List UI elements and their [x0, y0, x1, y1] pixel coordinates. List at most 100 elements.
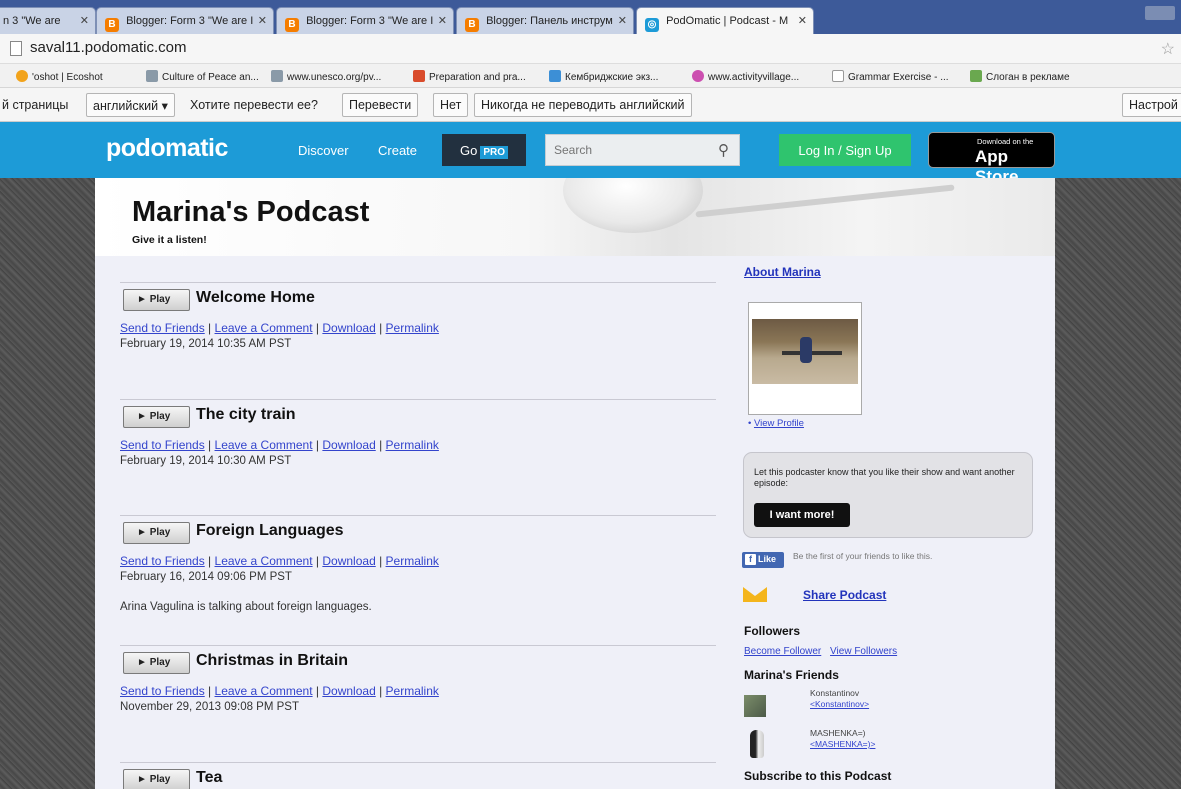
activity-village-icon [692, 70, 704, 82]
bookmark-item[interactable]: Preparation and pra... [413, 70, 526, 83]
close-tab-icon[interactable]: ✕ [618, 14, 627, 27]
permalink-link[interactable]: Permalink [386, 684, 439, 698]
nav-create[interactable]: Create [378, 143, 417, 158]
download-link[interactable]: Download [322, 438, 375, 452]
no-button[interactable]: Нет [433, 93, 469, 117]
play-button[interactable]: ► Play [123, 289, 190, 311]
translate-prefix: й страницы [2, 98, 69, 112]
never-translate-button[interactable]: Никогда не переводить английский [474, 93, 692, 117]
send-to-friends-link[interactable]: Send to Friends [120, 684, 205, 698]
friend-item: MASHENKA=) <MASHENKA=)> [810, 728, 876, 749]
page-icon [832, 70, 844, 82]
browser-tab-bar: n 3 "We are ✕ B Blogger: Form 3 "We are … [0, 0, 1181, 34]
window-minimize-button[interactable] [1145, 6, 1175, 20]
earbud-cable [695, 184, 955, 218]
leave-comment-link[interactable]: Leave a Comment [215, 684, 313, 698]
translate-settings-button[interactable]: Настрой [1122, 93, 1181, 117]
send-to-friends-link[interactable]: Send to Friends [120, 321, 205, 335]
url-field[interactable]: saval11.podomatic.com [30, 39, 186, 56]
view-profile-link[interactable]: View Profile [754, 418, 804, 429]
send-to-friends-link[interactable]: Send to Friends [120, 554, 205, 568]
send-to-friends-link[interactable]: Send to Friends [120, 438, 205, 452]
background-texture [1055, 178, 1181, 789]
permalink-link[interactable]: Permalink [386, 554, 439, 568]
browser-tab[interactable]: B Blogger: Form 3 "We are I ✕ [96, 7, 274, 34]
episode-links: Send to Friends | Leave a Comment | Down… [120, 438, 439, 452]
bookmark-item[interactable]: www.unesco.org/pv... [271, 70, 381, 83]
download-link[interactable]: Download [322, 321, 375, 335]
about-link[interactable]: About Marina [744, 265, 821, 279]
translate-button[interactable]: Перевести [342, 93, 419, 117]
friend-link[interactable]: <MASHENKA=)> [810, 739, 875, 749]
episode-title[interactable]: Welcome Home [196, 289, 315, 307]
app-store-badge[interactable]: Download on the App Store [928, 132, 1055, 186]
tab-label: PodOmatic | Podcast - M [666, 15, 789, 27]
play-button[interactable]: ► Play [123, 406, 190, 428]
login-signup-button[interactable]: Log In / Sign Up [779, 134, 911, 166]
friend-link[interactable]: <Konstantinov> [810, 699, 869, 709]
unesco-icon [146, 70, 158, 82]
friend-avatar[interactable] [744, 695, 766, 717]
close-tab-icon[interactable]: ✕ [80, 14, 89, 27]
want-more-button[interactable]: I want more! [754, 503, 850, 527]
browser-tab[interactable]: B Blogger: Form 3 "We are I ✕ [276, 7, 454, 34]
want-more-box: Let this podcaster know that you like th… [743, 452, 1033, 538]
nav-discover[interactable]: Discover [298, 143, 349, 158]
bookmark-item[interactable]: 'oshot | Ecoshot [16, 70, 103, 83]
close-tab-icon[interactable]: ✕ [438, 14, 447, 27]
permalink-link[interactable]: Permalink [386, 321, 439, 335]
blogger-icon: B [285, 18, 299, 32]
ecoshot-icon [16, 70, 28, 82]
bookmark-item[interactable]: Culture of Peace an... [146, 70, 259, 83]
episode-title[interactable]: The city train [196, 406, 296, 424]
bookmark-item[interactable]: www.activityvillage... [692, 70, 799, 83]
translate-bar: й страницы английский ▾ Хотите перевести… [0, 88, 1181, 122]
friend-avatar[interactable] [750, 730, 764, 758]
become-follower-link[interactable]: Become Follower [744, 646, 821, 657]
bookmark-item[interactable]: Grammar Exercise - ... [832, 70, 949, 83]
profile-photo[interactable] [748, 302, 862, 415]
puzzle-icon [413, 70, 425, 82]
episode-date: February 19, 2014 10:35 AM PST [120, 338, 292, 350]
earbud-image [563, 178, 703, 233]
episode-item: ► Play Christmas in Britain Send to Frie… [120, 645, 716, 755]
search-input[interactable] [546, 135, 706, 165]
bookmark-item[interactable]: Слоган в рекламе [970, 70, 1070, 83]
bookmark-item[interactable]: Кембриджские экз... [549, 70, 658, 83]
episode-title[interactable]: Tea [196, 769, 222, 787]
blogger-icon: B [465, 18, 479, 32]
download-link[interactable]: Download [322, 684, 375, 698]
language-select[interactable]: английский ▾ [86, 93, 175, 117]
podcast-subtitle: Give it a listen! [132, 234, 207, 246]
friend-item: Konstantinov <Konstantinov> [810, 688, 870, 709]
episode-title[interactable]: Foreign Languages [196, 522, 344, 540]
leave-comment-link[interactable]: Leave a Comment [215, 321, 313, 335]
podomatic-logo[interactable]: podomatic [106, 134, 228, 163]
facebook-like-button[interactable]: f Like [742, 552, 784, 568]
episode-item: ► Play Tea [120, 762, 716, 789]
leave-comment-link[interactable]: Leave a Comment [215, 438, 313, 452]
share-podcast-link[interactable]: Share Podcast [803, 588, 886, 602]
bookmark-star-icon[interactable]: ☆ [1161, 39, 1175, 59]
pro-badge: PRO [480, 146, 509, 159]
go-pro-button[interactable]: Go PRO [442, 134, 526, 166]
download-link[interactable]: Download [322, 554, 375, 568]
permalink-link[interactable]: Permalink [386, 438, 439, 452]
browser-tab[interactable]: B Blogger: Панель инструм ✕ [456, 7, 634, 34]
play-button[interactable]: ► Play [123, 522, 190, 544]
followers-heading: Followers [744, 624, 801, 638]
search-icon[interactable]: ⚲ [718, 141, 729, 159]
play-button[interactable]: ► Play [123, 769, 190, 789]
view-followers-link[interactable]: View Followers [830, 646, 897, 657]
browser-tab-active[interactable]: ◎ PodOmatic | Podcast - M ✕ [636, 7, 814, 34]
browser-tab[interactable]: n 3 "We are ✕ [0, 7, 96, 34]
background-texture [0, 178, 95, 789]
leave-comment-link[interactable]: Leave a Comment [215, 554, 313, 568]
close-tab-icon[interactable]: ✕ [798, 14, 807, 27]
unesco-icon [271, 70, 283, 82]
close-tab-icon[interactable]: ✕ [258, 14, 267, 27]
episode-description: Arina Vagulina is talking about foreign … [120, 601, 372, 613]
play-button[interactable]: ► Play [123, 652, 190, 674]
episode-date: February 16, 2014 09:06 PM PST [120, 571, 292, 583]
episode-title[interactable]: Christmas in Britain [196, 652, 348, 670]
